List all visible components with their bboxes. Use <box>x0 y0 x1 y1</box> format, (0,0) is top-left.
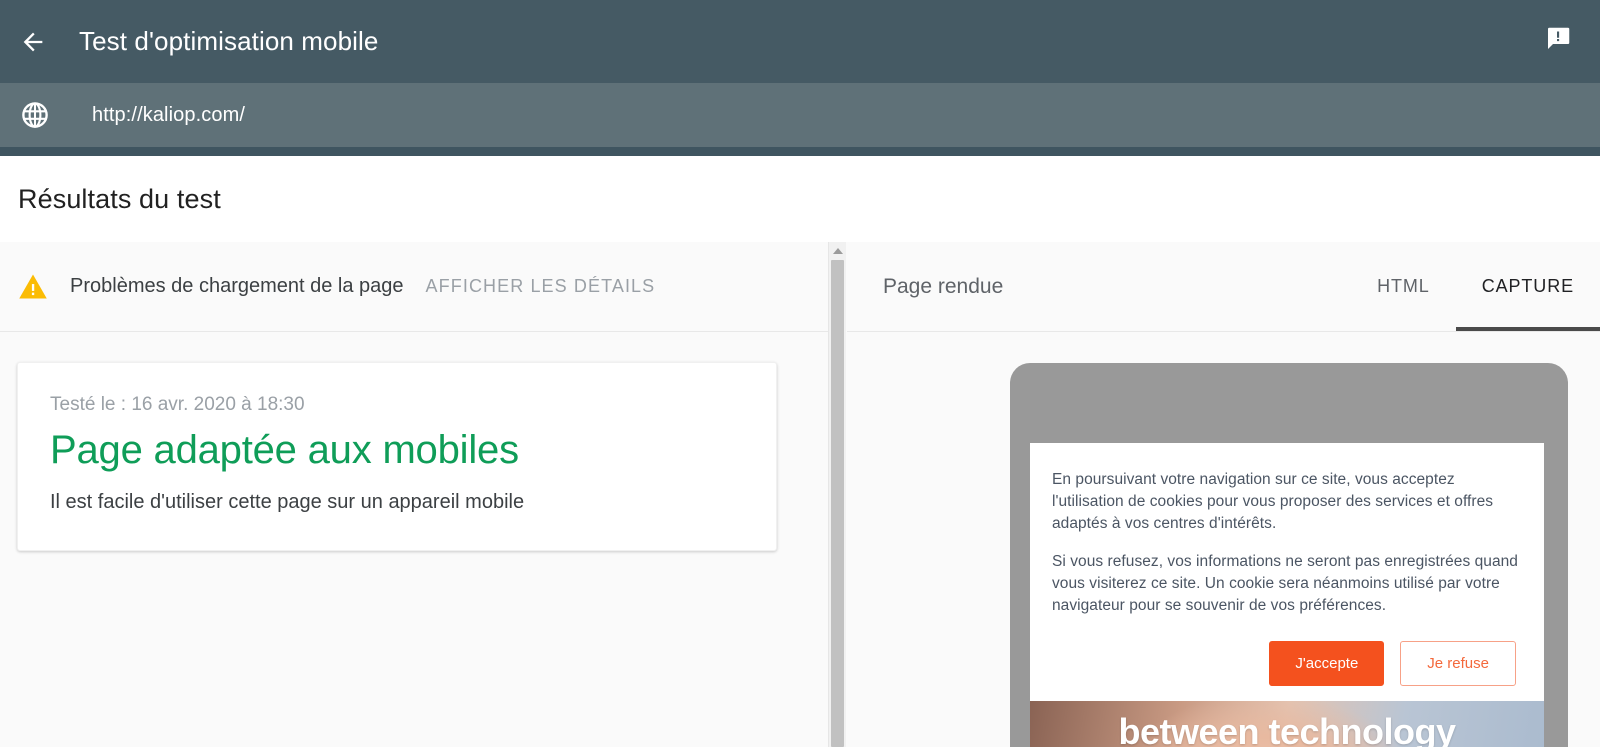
back-button[interactable] <box>18 27 48 57</box>
page-loading-issues-label: Problèmes de chargement de la page <box>70 275 404 298</box>
refuse-cookies-button[interactable]: Je refuse <box>1400 641 1516 686</box>
rendered-page-label: Page rendue <box>883 275 1003 299</box>
page-title: Test d'optimisation mobile <box>79 26 378 57</box>
page-loading-issues-bar: Problèmes de chargement de la page AFFIC… <box>0 242 828 332</box>
cookie-banner-actions: J'accepte Je refuse <box>1052 633 1522 686</box>
app-bar-actions <box>1541 25 1575 59</box>
globe-icon <box>18 98 52 132</box>
accept-cookies-button[interactable]: J'accepte <box>1269 641 1384 686</box>
cookie-paragraph-2: Si vous refusez, vos informations ne ser… <box>1052 551 1522 617</box>
preview-header: Page rendue HTML CAPTURE <box>847 242 1600 332</box>
hero-headline-line-1: between technology <box>1030 709 1544 747</box>
tested-on-label: Testé le : 16 avr. 2020 à 18:30 <box>50 394 744 416</box>
tab-html[interactable]: HTML <box>1351 242 1456 331</box>
show-details-link[interactable]: AFFICHER LES DÉTAILS <box>426 276 656 297</box>
cookie-consent-banner: En poursuivant votre navigation sur ce s… <box>1030 443 1544 686</box>
content-area: Problèmes de chargement de la page AFFIC… <box>0 242 1600 747</box>
send-feedback-button[interactable] <box>1541 25 1575 59</box>
scrollbar-thumb[interactable] <box>831 260 844 747</box>
urlbar-divider <box>0 147 1600 156</box>
url-bar[interactable]: http://kaliop.com/ <box>0 83 1600 147</box>
preview-pane: Page rendue HTML CAPTURE En poursuivant … <box>847 242 1600 747</box>
phone-mockup: En poursuivant votre navigation sur ce s… <box>1010 363 1568 747</box>
result-verdict-subtext: Il est facile d'utiliser cette page sur … <box>50 491 744 514</box>
test-result-card: Testé le : 16 avr. 2020 à 18:30 Page ada… <box>17 362 777 551</box>
tab-capture[interactable]: CAPTURE <box>1456 242 1600 331</box>
url-text: http://kaliop.com/ <box>92 104 245 127</box>
preview-tabs: HTML CAPTURE <box>1351 242 1600 331</box>
app-bar: Test d'optimisation mobile <box>0 0 1600 83</box>
result-verdict-heading: Page adaptée aux mobiles <box>50 428 744 473</box>
feedback-icon <box>1543 24 1573 59</box>
results-pane-scrollbar[interactable] <box>828 242 846 747</box>
scroll-up-arrow-icon[interactable] <box>829 242 846 259</box>
hero-headline: between technology and business <box>1030 709 1544 747</box>
results-header: Résultats du test <box>0 156 1600 242</box>
results-title: Résultats du test <box>18 184 221 215</box>
rendered-screenshot: En poursuivant votre navigation sur ce s… <box>1030 443 1544 747</box>
hero-banner: between technology and business <box>1030 701 1544 747</box>
cookie-paragraph-1: En poursuivant votre navigation sur ce s… <box>1052 469 1522 535</box>
results-pane: Problèmes de chargement de la page AFFIC… <box>0 242 828 747</box>
warning-triangle-icon <box>18 272 48 302</box>
arrow-left-icon <box>19 28 47 56</box>
mobile-friendly-test-page: Test d'optimisation mobile <box>0 0 1600 747</box>
